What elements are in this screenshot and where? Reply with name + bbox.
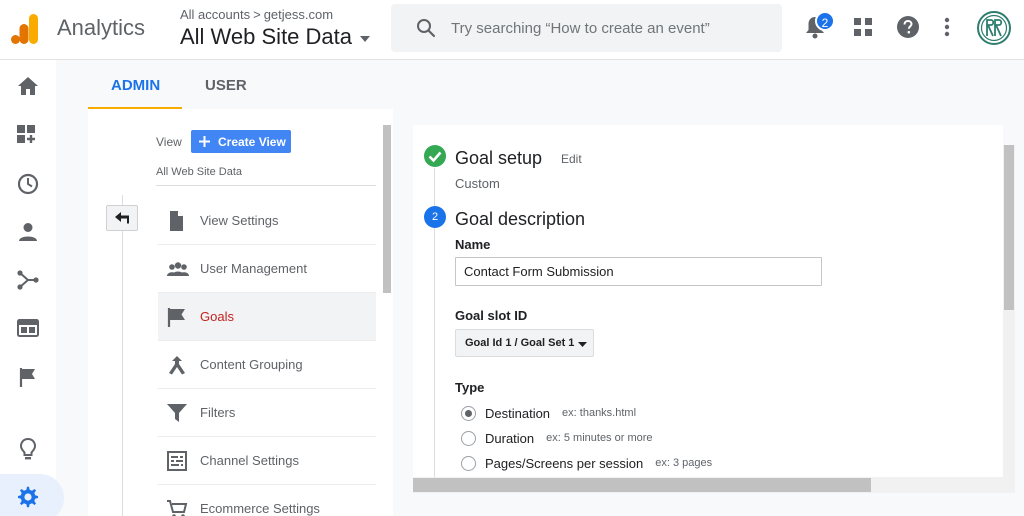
caret-down-icon <box>360 35 371 42</box>
home-icon[interactable] <box>17 76 39 96</box>
caret-down-icon <box>578 342 587 347</box>
menu-item-user-management[interactable]: User Management <box>158 245 376 293</box>
breadcrumb[interactable]: All accounts > getjess.com <box>180 7 333 22</box>
collapse-back-button[interactable] <box>106 205 138 231</box>
tab-admin[interactable]: ADMIN <box>111 77 160 94</box>
goal-slot-value: Goal Id 1 / Goal Set 1 <box>465 337 575 349</box>
menu-item-label: View Settings <box>200 213 279 228</box>
audience-person-icon[interactable] <box>17 222 39 242</box>
type-option-label: Duration <box>485 430 535 446</box>
cart-icon <box>167 500 188 516</box>
type-option-label: Destination <box>485 405 551 421</box>
search-bar[interactable] <box>391 4 782 52</box>
top-header: Analytics All accounts > getjess.com All W… <box>0 0 1024 60</box>
type-option-hint: ex: thanks.html <box>562 407 637 419</box>
goal-setup-panel: Goal setup Edit Custom 2 Goal descriptio… <box>413 125 1003 477</box>
divider <box>156 185 376 186</box>
radio-button[interactable] <box>461 405 476 421</box>
people-icon <box>167 262 189 276</box>
more-vert-icon[interactable] <box>944 17 950 37</box>
realtime-clock-icon[interactable] <box>17 173 39 195</box>
goal-setup-title: Goal setup <box>455 148 543 168</box>
menu-item-label: Content Grouping <box>200 357 303 372</box>
menu-item-label: Goals <box>200 309 234 324</box>
plus-icon <box>199 136 210 147</box>
acquisition-icon[interactable] <box>17 270 39 290</box>
goal-type-label: Type <box>455 380 485 395</box>
merge-icon <box>169 356 185 375</box>
behavior-icon[interactable] <box>17 318 39 338</box>
goal-slot-label: Goal slot ID <box>455 308 528 323</box>
apps-grid-icon[interactable] <box>854 18 872 36</box>
menu-item-content-grouping[interactable]: Content Grouping <box>158 341 376 389</box>
goal-setup-value: Custom <box>455 176 500 191</box>
goal-setup-edit-link[interactable]: Edit <box>561 152 582 166</box>
goal-description-title: Goal description <box>455 209 586 229</box>
menu-item-goals[interactable]: Goals <box>158 293 376 341</box>
breadcrumb-account[interactable]: All accounts <box>180 7 250 22</box>
channel-settings-icon <box>167 451 187 471</box>
customization-icon[interactable] <box>17 125 39 145</box>
admin-gear-icon[interactable] <box>17 486 39 508</box>
goal-slot-dropdown[interactable]: Goal Id 1 / Goal Set 1 <box>455 329 594 357</box>
column-scrollbar-thumb[interactable] <box>383 125 391 293</box>
search-input[interactable] <box>451 16 771 40</box>
menu-item-label: Ecommerce Settings <box>200 501 320 516</box>
view-name[interactable]: All Web Site Data <box>156 166 242 178</box>
menu-item-channel-settings[interactable]: Channel Settings <box>158 437 376 485</box>
menu-item-view-settings[interactable]: View Settings <box>158 197 376 245</box>
type-option-hint: ex: 5 minutes or more <box>546 432 653 444</box>
create-view-label: Create View <box>218 134 286 149</box>
create-view-button[interactable]: Create View <box>191 130 291 153</box>
analytics-logo-icon[interactable] <box>11 14 39 44</box>
arrow-back-icon <box>115 212 129 224</box>
view-admin-column: View Create View All Web Site Data View … <box>88 109 393 516</box>
menu-item-label: Filters <box>200 405 236 420</box>
search-icon[interactable] <box>416 18 436 38</box>
type-option-hint: ex: 3 pages <box>655 457 713 469</box>
flag-icon <box>167 308 185 327</box>
menu-item-label: User Management <box>200 261 307 276</box>
type-option-destination[interactable]: Destination ex: thanks.html <box>461 404 636 422</box>
goal-name-label: Name <box>455 237 491 252</box>
menu-item-label: Channel Settings <box>200 453 300 468</box>
menu-item-filters[interactable]: Filters <box>158 389 376 437</box>
type-option-label: Pages/Screens per session <box>485 455 644 471</box>
check-circle-icon <box>424 145 446 167</box>
breadcrumb-separator: > <box>253 7 261 22</box>
avatar-rr-icon[interactable] <box>977 11 1011 45</box>
filter-icon <box>167 404 187 422</box>
radio-button[interactable] <box>461 455 476 471</box>
tree-connector <box>122 195 123 516</box>
admin-user-tabs: ADMIN USER <box>88 61 1024 109</box>
view-column-label: View <box>156 135 182 149</box>
breadcrumb-property[interactable]: getjess.com <box>264 7 333 22</box>
type-option-duration[interactable]: Duration ex: 5 minutes or more <box>461 429 653 447</box>
conversions-flag-icon[interactable] <box>17 367 39 387</box>
radio-button[interactable] <box>461 430 476 446</box>
notifications-count-badge: 2 <box>815 11 835 31</box>
product-name: Analytics <box>57 15 146 40</box>
step-number-badge: 2 <box>424 206 446 228</box>
insights-bulb-icon[interactable] <box>17 437 39 461</box>
document-icon <box>170 211 183 231</box>
panel-vertical-scrollbar-thumb[interactable] <box>1004 145 1014 310</box>
menu-item-ecommerce-settings[interactable]: Ecommerce Settings <box>158 485 376 516</box>
type-option-pages-per-session[interactable]: Pages/Screens per session ex: 3 pages <box>461 454 712 472</box>
goal-name-input[interactable] <box>455 257 822 286</box>
help-icon[interactable] <box>897 16 919 38</box>
panel-horizontal-scrollbar-thumb[interactable] <box>413 478 871 492</box>
tab-user[interactable]: USER <box>205 77 247 94</box>
view-selector-label: All Web Site Data <box>180 24 353 49</box>
view-selector[interactable]: All Web Site Data <box>180 24 371 50</box>
